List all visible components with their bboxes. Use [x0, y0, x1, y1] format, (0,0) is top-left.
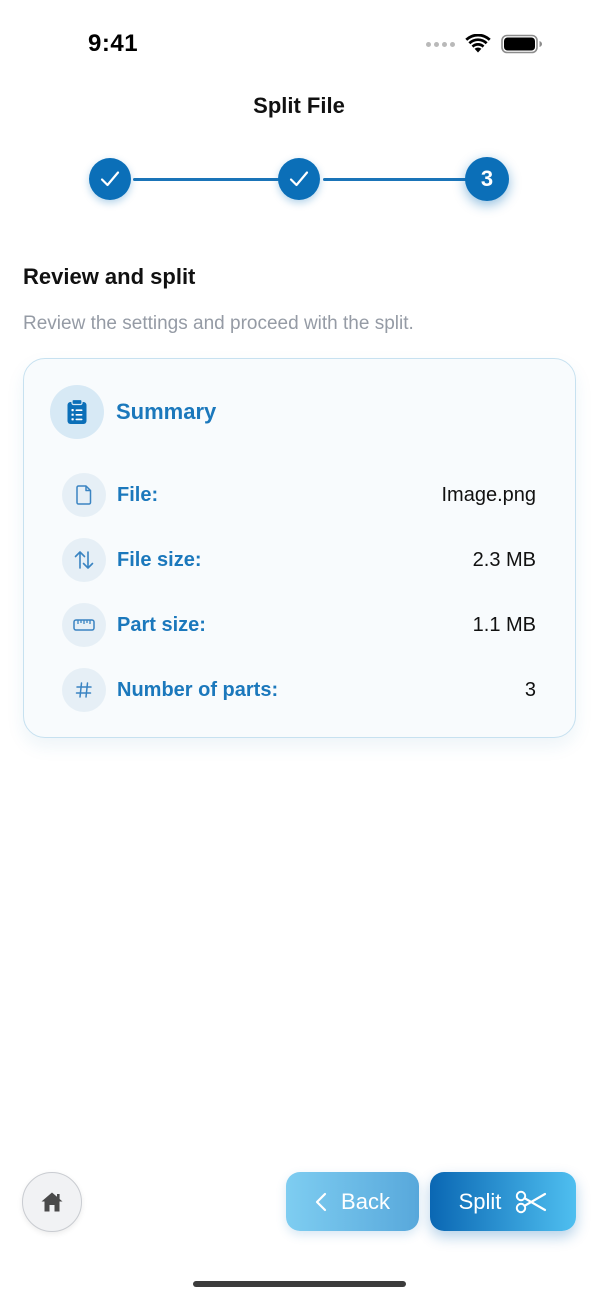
split-button-label: Split [458, 1188, 502, 1214]
file-value: Image.png [441, 483, 536, 506]
status-time: 9:41 [88, 30, 139, 57]
summary-card: Summary File: Image.png File size: 2.3 M… [23, 358, 576, 738]
swap-vertical-icon [62, 538, 106, 582]
file-size-value: 2.3 MB [472, 548, 536, 571]
step-connector [323, 178, 467, 181]
clipboard-icon [50, 385, 104, 439]
number-of-parts-value: 3 [524, 678, 536, 701]
summary-row-file-size: File size: 2.3 MB [62, 537, 536, 583]
file-size-label: File size: [117, 548, 202, 571]
step-connector [133, 178, 279, 181]
split-button[interactable]: Split [430, 1172, 576, 1231]
step-1-completed [89, 158, 131, 200]
home-icon [41, 1192, 63, 1212]
ruler-icon [62, 603, 106, 647]
part-size-value: 1.1 MB [472, 613, 536, 636]
check-icon [289, 171, 309, 187]
battery-icon [501, 34, 542, 54]
summary-header: Summary [50, 385, 216, 439]
step-number: 3 [480, 166, 494, 191]
summary-row-part-size: Part size: 1.1 MB [62, 602, 536, 648]
status-icons [426, 34, 543, 54]
back-button[interactable]: Back [286, 1172, 419, 1231]
status-bar: 9:41 [0, 0, 598, 90]
summary-row-file: File: Image.png [62, 472, 536, 518]
summary-title: Summary [116, 399, 217, 424]
section-title: Review and split [23, 264, 196, 289]
progress-stepper: 3 [89, 157, 511, 202]
chevron-left-icon [315, 1192, 327, 1211]
back-button-label: Back [341, 1188, 390, 1214]
page-title: Split File [253, 93, 345, 118]
signal-icon [426, 41, 455, 47]
file-icon [62, 473, 106, 517]
number-of-parts-label: Number of parts: [117, 678, 279, 701]
wifi-icon [465, 34, 491, 53]
part-size-label: Part size: [117, 613, 206, 636]
scissors-icon [516, 1190, 547, 1213]
file-label: File: [117, 483, 159, 506]
step-3-active: 3 [465, 157, 509, 201]
step-2-completed [278, 158, 320, 200]
section-description: Review the settings and proceed with the… [23, 313, 414, 334]
hash-icon [62, 668, 106, 712]
home-button[interactable] [22, 1172, 82, 1232]
home-indicator [193, 1281, 406, 1287]
summary-row-number-of-parts: Number of parts: 3 [62, 667, 536, 713]
check-icon [100, 171, 120, 187]
